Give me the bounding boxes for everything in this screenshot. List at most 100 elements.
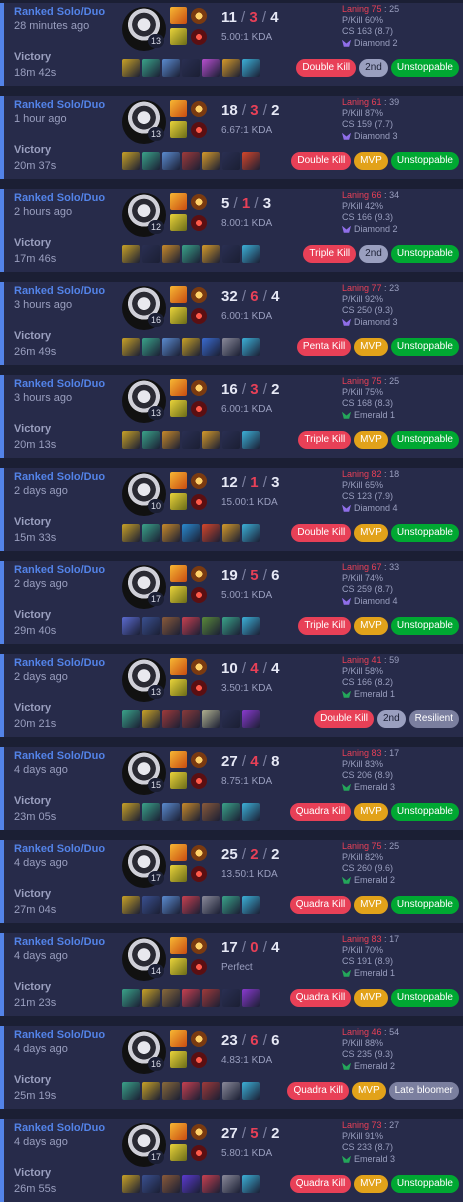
match-card[interactable]: Ranked Solo/Duo 4 days ago Victory 21m 23s 1…	[0, 933, 463, 1016]
item-slot-icon[interactable]	[142, 524, 160, 542]
item-slot-icon[interactable]	[202, 338, 220, 356]
keystone-rune-icon[interactable]	[191, 752, 207, 768]
match-card[interactable]: Ranked Solo/Duo 4 days ago Victory 23m 05s 1…	[0, 747, 463, 830]
match-card[interactable]: Ranked Solo/Duo 2 days ago Victory 15m 33s 1…	[0, 468, 463, 551]
item-slot-icon[interactable]	[222, 59, 240, 77]
item-slot-icon[interactable]	[222, 152, 240, 170]
summoner-spell-icon[interactable]	[170, 1123, 187, 1140]
item-slot-icon[interactable]	[182, 710, 200, 728]
item-slot-icon[interactable]	[182, 59, 200, 77]
item-slot-icon[interactable]	[222, 989, 240, 1007]
keystone-rune-icon[interactable]	[191, 659, 207, 675]
summoner-spell-icon[interactable]	[170, 772, 187, 789]
summoner-spell-icon[interactable]	[170, 679, 187, 696]
summoner-spell-icon[interactable]	[170, 937, 187, 954]
keystone-rune-icon[interactable]	[191, 380, 207, 396]
summoner-spell-icon[interactable]	[170, 844, 187, 861]
item-slot-icon[interactable]	[242, 896, 260, 914]
secondary-rune-icon[interactable]	[191, 959, 207, 975]
item-slot-icon[interactable]	[202, 803, 220, 821]
item-slot-icon[interactable]	[222, 710, 240, 728]
summoner-spell-icon[interactable]	[170, 958, 187, 975]
keystone-rune-icon[interactable]	[191, 8, 207, 24]
item-slot-icon[interactable]	[162, 152, 180, 170]
item-slot-icon[interactable]	[122, 803, 140, 821]
match-card[interactable]: Ranked Solo/Duo 1 hour ago Victory 20m 37s 1…	[0, 96, 463, 179]
item-slot-icon[interactable]	[162, 524, 180, 542]
item-slot-icon[interactable]	[242, 617, 260, 635]
summoner-spell-icon[interactable]	[170, 472, 187, 489]
secondary-rune-icon[interactable]	[191, 587, 207, 603]
summoner-spell-icon[interactable]	[170, 586, 187, 603]
item-slot-icon[interactable]	[242, 989, 260, 1007]
item-slot-icon[interactable]	[162, 431, 180, 449]
secondary-rune-icon[interactable]	[191, 680, 207, 696]
secondary-rune-icon[interactable]	[191, 29, 207, 45]
item-slot-icon[interactable]	[122, 152, 140, 170]
item-slot-icon[interactable]	[162, 1082, 180, 1100]
item-slot-icon[interactable]	[202, 1082, 220, 1100]
match-card[interactable]: Ranked Solo/Duo 4 days ago Victory 27m 04s 1…	[0, 840, 463, 923]
item-slot-icon[interactable]	[142, 431, 160, 449]
item-slot-icon[interactable]	[162, 617, 180, 635]
item-slot-icon[interactable]	[242, 1082, 260, 1100]
secondary-rune-icon[interactable]	[191, 866, 207, 882]
secondary-rune-icon[interactable]	[191, 215, 207, 231]
item-slot-icon[interactable]	[202, 431, 220, 449]
item-slot-icon[interactable]	[242, 710, 260, 728]
keystone-rune-icon[interactable]	[191, 938, 207, 954]
item-slot-icon[interactable]	[122, 1082, 140, 1100]
summoner-spell-icon[interactable]	[170, 400, 187, 417]
item-slot-icon[interactable]	[142, 152, 160, 170]
item-slot-icon[interactable]	[122, 710, 140, 728]
summoner-spell-icon[interactable]	[170, 286, 187, 303]
item-slot-icon[interactable]	[122, 338, 140, 356]
item-slot-icon[interactable]	[202, 896, 220, 914]
secondary-rune-icon[interactable]	[191, 401, 207, 417]
item-slot-icon[interactable]	[242, 524, 260, 542]
item-slot-icon[interactable]	[182, 1175, 200, 1193]
secondary-rune-icon[interactable]	[191, 494, 207, 510]
item-slot-icon[interactable]	[242, 245, 260, 263]
item-slot-icon[interactable]	[202, 989, 220, 1007]
item-slot-icon[interactable]	[142, 1175, 160, 1193]
summoner-spell-icon[interactable]	[170, 7, 187, 24]
item-slot-icon[interactable]	[242, 803, 260, 821]
item-slot-icon[interactable]	[202, 524, 220, 542]
summoner-spell-icon[interactable]	[170, 379, 187, 396]
match-card[interactable]: Ranked Solo/Duo 3 hours ago Victory 26m 49s…	[0, 282, 463, 365]
item-slot-icon[interactable]	[182, 524, 200, 542]
item-slot-icon[interactable]	[242, 338, 260, 356]
match-card[interactable]: Ranked Solo/Duo 4 days ago Victory 25m 19s 1…	[0, 1026, 463, 1109]
item-slot-icon[interactable]	[122, 431, 140, 449]
keystone-rune-icon[interactable]	[191, 194, 207, 210]
item-slot-icon[interactable]	[162, 245, 180, 263]
summoner-spell-icon[interactable]	[170, 565, 187, 582]
item-slot-icon[interactable]	[182, 245, 200, 263]
item-slot-icon[interactable]	[162, 59, 180, 77]
item-slot-icon[interactable]	[242, 59, 260, 77]
summoner-spell-icon[interactable]	[170, 28, 187, 45]
item-slot-icon[interactable]	[222, 896, 240, 914]
item-slot-icon[interactable]	[182, 152, 200, 170]
item-slot-icon[interactable]	[162, 710, 180, 728]
item-slot-icon[interactable]	[242, 1175, 260, 1193]
summoner-spell-icon[interactable]	[170, 193, 187, 210]
match-card[interactable]: Ranked Solo/Duo 2 hours ago Victory 17m 46s…	[0, 189, 463, 272]
item-slot-icon[interactable]	[142, 710, 160, 728]
item-slot-icon[interactable]	[182, 896, 200, 914]
item-slot-icon[interactable]	[222, 803, 240, 821]
summoner-spell-icon[interactable]	[170, 307, 187, 324]
summoner-spell-icon[interactable]	[170, 658, 187, 675]
summoner-spell-icon[interactable]	[170, 1144, 187, 1161]
keystone-rune-icon[interactable]	[191, 845, 207, 861]
match-card[interactable]: Ranked Solo/Duo 2 days ago Victory 20m 21s 1…	[0, 654, 463, 737]
summoner-spell-icon[interactable]	[170, 1030, 187, 1047]
item-slot-icon[interactable]	[162, 1175, 180, 1193]
match-card[interactable]: Ranked Solo/Duo 2 days ago Victory 29m 40s 1…	[0, 561, 463, 644]
keystone-rune-icon[interactable]	[191, 1124, 207, 1140]
item-slot-icon[interactable]	[182, 338, 200, 356]
item-slot-icon[interactable]	[202, 617, 220, 635]
item-slot-icon[interactable]	[222, 617, 240, 635]
summoner-spell-icon[interactable]	[170, 751, 187, 768]
